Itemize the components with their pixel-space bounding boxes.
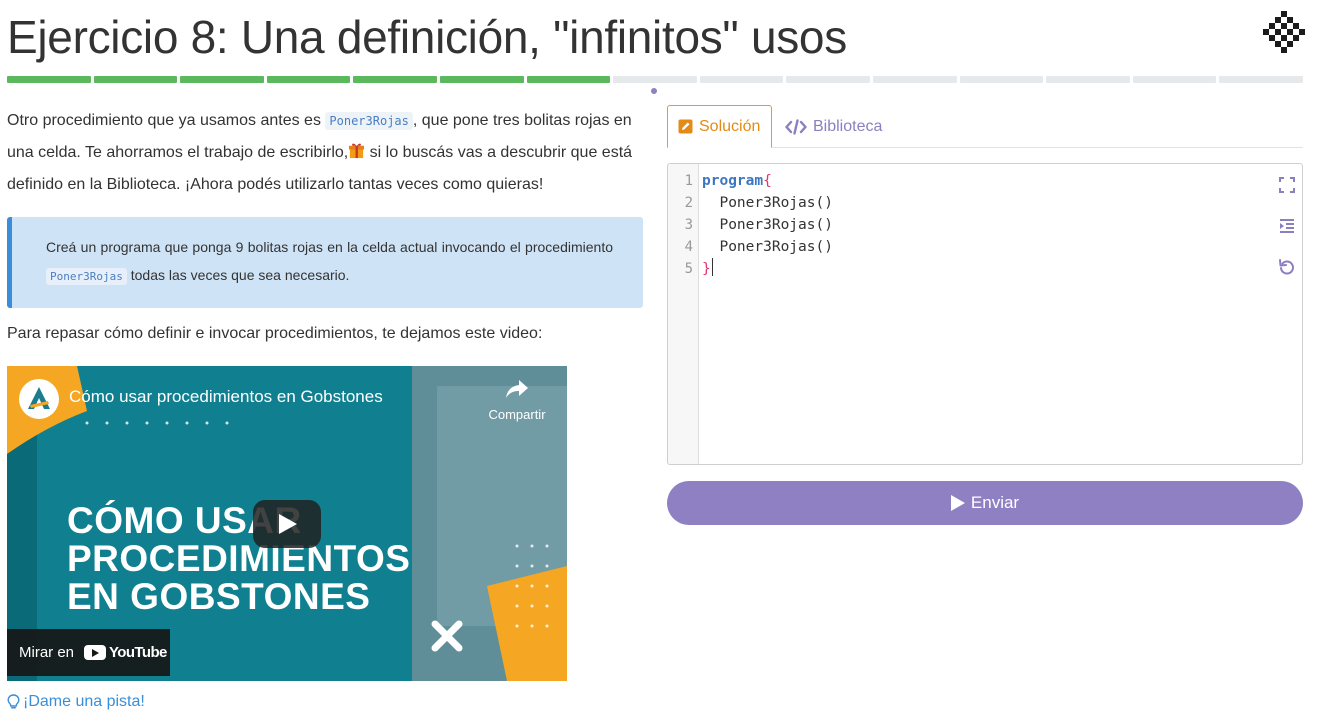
tab-solution[interactable]: Solución: [667, 105, 772, 148]
task-callout: Creá un programa que ponga 9 bolitas roj…: [7, 217, 643, 308]
reset-button[interactable]: [1276, 256, 1298, 278]
progress-segment-done[interactable]: [439, 76, 524, 83]
play-icon: [279, 514, 297, 534]
progress-segment-pending[interactable]: [959, 76, 1044, 83]
text-cursor: [711, 258, 713, 276]
progress-segment-done[interactable]: [266, 76, 351, 83]
code-line: Poner3Rojas(): [702, 217, 833, 233]
lightbulb-icon: [7, 694, 20, 709]
watch-on-youtube-button[interactable]: Mirar en YouTube: [7, 629, 170, 676]
indent-button[interactable]: [1276, 215, 1298, 237]
fullscreen-button[interactable]: [1276, 174, 1298, 196]
tab-library-label: Biblioteca: [813, 117, 883, 135]
code-line: program{: [702, 173, 772, 189]
submit-button[interactable]: Enviar: [667, 481, 1303, 525]
page-title: Ejercicio 8: Una definición, "infinitos"…: [7, 11, 847, 63]
indent-icon: [1280, 219, 1294, 233]
play-icon: [950, 495, 965, 511]
inline-code: Poner3Rojas: [46, 268, 127, 285]
video-title[interactable]: Cómo usar procedimientos en Gobstones: [69, 387, 383, 407]
progress-segment-pending[interactable]: [613, 76, 697, 83]
progress-segment-pending[interactable]: [786, 76, 870, 83]
edit-icon: [678, 119, 693, 134]
reset-icon: [1279, 259, 1294, 275]
tab-library[interactable]: Biblioteca: [775, 105, 892, 148]
progress-segment-pending[interactable]: [699, 76, 784, 83]
channel-logo-icon: [20, 380, 58, 418]
hint-link[interactable]: ¡Dame una pista!: [7, 693, 643, 711]
progress-segment-pending[interactable]: [1219, 76, 1303, 83]
watch-label: Mirar en: [19, 644, 75, 661]
gift-icon: [349, 143, 365, 159]
editor-toolbar: [1276, 174, 1298, 297]
youtube-logo-icon: YouTube: [84, 644, 167, 661]
progress-segment-done[interactable]: [353, 76, 437, 83]
line-numbers: 1 2 3 4 5: [668, 164, 699, 464]
intro-paragraph: Otro procedimiento que ya usamos antes e…: [7, 112, 633, 193]
exercise-description: Otro procedimiento que ya usamos antes e…: [7, 105, 643, 711]
progress-segment-done[interactable]: [180, 76, 264, 83]
progress-segment-done[interactable]: [7, 76, 91, 83]
video-player[interactable]: Cómo usar procedimientos en Gobstones Co…: [7, 366, 567, 681]
code-editor[interactable]: 1 2 3 4 5 program{ Poner3Rojas() Poner3R…: [667, 163, 1303, 465]
code-icon: [785, 118, 807, 135]
play-button[interactable]: [253, 500, 321, 548]
progress-segment-pending[interactable]: [872, 76, 957, 83]
inline-code: Poner3Rojas: [325, 112, 413, 130]
progress-segment-done[interactable]: [526, 76, 611, 83]
hint-label: ¡Dame una pista!: [23, 693, 145, 710]
code-line: Poner3Rojas(): [702, 239, 833, 255]
progress-segment-pending[interactable]: [1046, 76, 1130, 83]
editor-tabs: Solución Biblioteca: [667, 105, 1303, 148]
code-line: }: [702, 258, 833, 280]
progress-segment-pending[interactable]: [1132, 76, 1217, 83]
video-thumbnail-text: CÓMO USAR PROCEDIMIENTOS EN GOBSTONES: [67, 500, 411, 617]
video-intro-text: Para repasar cómo definir e invocar proc…: [7, 325, 543, 342]
share-label: Compartir: [488, 407, 546, 422]
channel-avatar[interactable]: [19, 379, 59, 419]
tab-solution-label: Solución: [699, 117, 761, 135]
progress-bar: [7, 76, 1303, 83]
share-icon: [506, 380, 528, 398]
submit-label: Enviar: [970, 493, 1020, 512]
progress-current-marker: [651, 88, 657, 94]
share-button[interactable]: Compartir: [477, 378, 557, 422]
code-line: Poner3Rojas(): [702, 195, 833, 211]
fullscreen-icon: [1279, 177, 1295, 193]
progress-segment-done[interactable]: [93, 76, 178, 83]
code-content[interactable]: program{ Poner3Rojas() Poner3Rojas() Pon…: [702, 170, 833, 280]
mumuki-logo-icon: [1263, 11, 1305, 53]
